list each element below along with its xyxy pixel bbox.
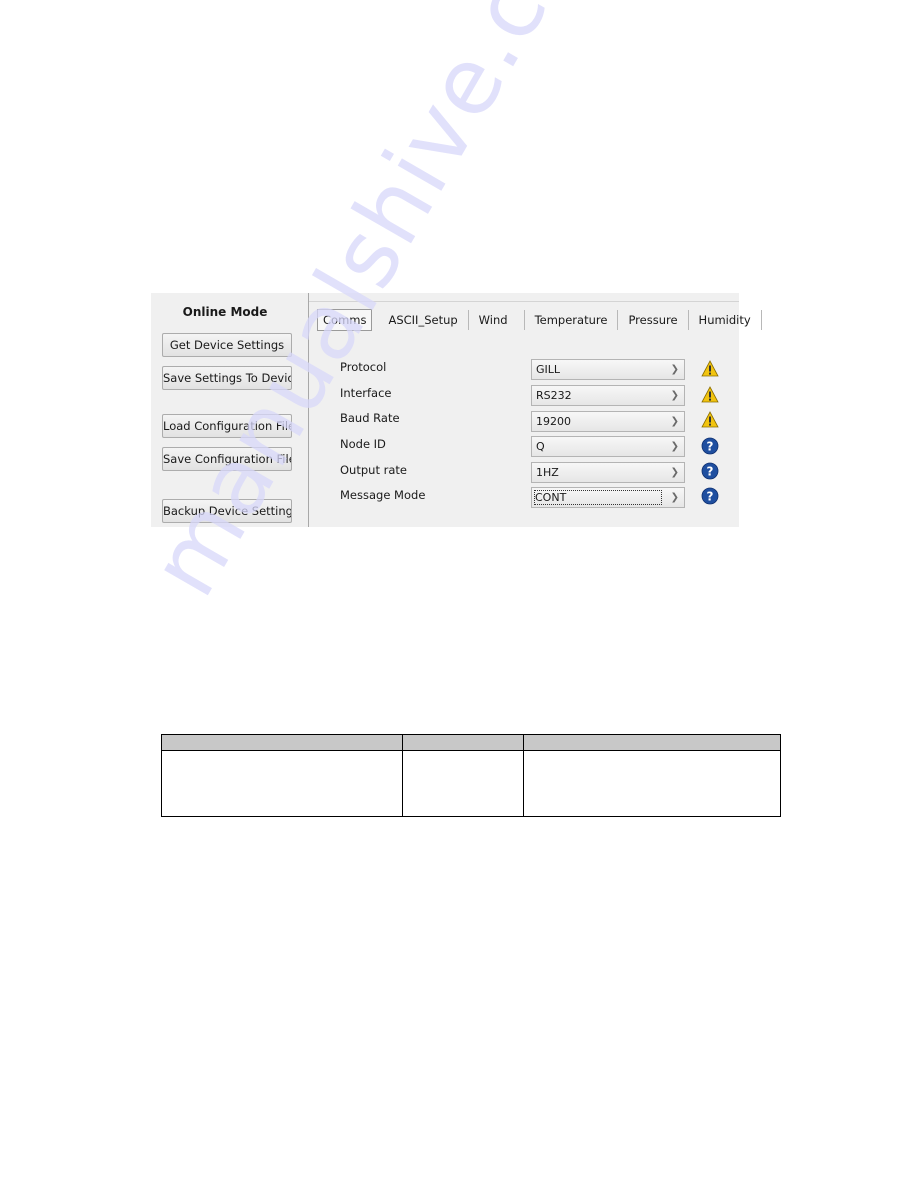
output-rate-value: 1HZ [536,466,559,479]
save-settings-to-device-button[interactable]: Save Settings To Device [162,366,292,390]
table-header-cell [161,734,403,751]
save-configuration-file-button[interactable]: Save Configuration File [162,447,292,471]
tab-ascii-setup[interactable]: ASCII_Setup [378,310,469,330]
tab-temperature[interactable]: Temperature [525,310,619,330]
node-id-value: Q [536,440,545,453]
chevron-down-icon: ❯ [670,416,679,427]
warning-icon[interactable] [701,360,719,378]
svg-text:?: ? [707,490,714,504]
tab-strip-border [309,301,739,302]
tab-comms[interactable]: Comms [317,309,373,331]
baud-rate-select[interactable]: 19200 ❯ [531,411,685,432]
settings-pane: Comms ASCII_Setup Wind Temperature Press… [309,293,762,527]
output-rate-label: Output rate [340,463,407,477]
chevron-down-icon: ❯ [670,441,679,452]
interface-value: RS232 [536,389,572,402]
protocol-value: GILL [536,363,561,376]
message-mode-label: Message Mode [340,488,426,502]
baud-rate-label: Baud Rate [340,411,400,425]
svg-text:?: ? [707,465,714,479]
device-config-screenshot: Online Mode Get Device Settings Save Set… [151,293,762,527]
help-icon[interactable]: ? [701,462,719,480]
online-mode-title: Online Mode [182,305,268,319]
get-device-settings-button[interactable]: Get Device Settings [162,333,292,357]
table-header-cell [402,734,524,751]
chevron-down-icon: ❯ [670,364,679,375]
load-configuration-file-button[interactable]: Load Configuration File [162,414,292,438]
chevron-down-icon: ❯ [670,492,679,503]
warning-icon[interactable] [701,386,719,404]
help-icon[interactable]: ? [701,487,719,505]
table-cell [402,750,524,817]
node-id-select[interactable]: Q ❯ [531,436,685,457]
help-icon[interactable]: ? [701,437,719,455]
protocol-select[interactable]: GILL ❯ [531,359,685,380]
protocol-label: Protocol [340,360,387,374]
output-rate-select[interactable]: 1HZ ❯ [531,462,685,483]
baud-rate-value: 19200 [536,415,571,428]
table-header-row [161,734,781,751]
table-cell [161,750,403,817]
table-cell [523,750,781,817]
chevron-down-icon: ❯ [670,467,679,478]
message-mode-value: CONT [534,490,662,505]
backup-device-settings-button[interactable]: Backup Device Settings [162,499,292,523]
node-id-label: Node ID [340,437,386,451]
tab-wind[interactable]: Wind [469,310,525,330]
tab-humidity[interactable]: Humidity [689,310,762,330]
online-mode-pane: Online Mode Get Device Settings Save Set… [151,293,308,527]
warning-icon[interactable] [701,411,719,429]
message-mode-select[interactable]: CONT ❯ [531,487,685,508]
empty-table [161,734,781,817]
table-row [161,750,781,817]
table-header-cell [523,734,781,751]
tab-pressure[interactable]: Pressure [618,310,689,330]
svg-text:?: ? [707,440,714,454]
settings-tabs: Comms ASCII_Setup Wind Temperature Press… [317,309,762,331]
chevron-down-icon: ❯ [670,390,679,401]
interface-label: Interface [340,386,392,400]
interface-select[interactable]: RS232 ❯ [531,385,685,406]
